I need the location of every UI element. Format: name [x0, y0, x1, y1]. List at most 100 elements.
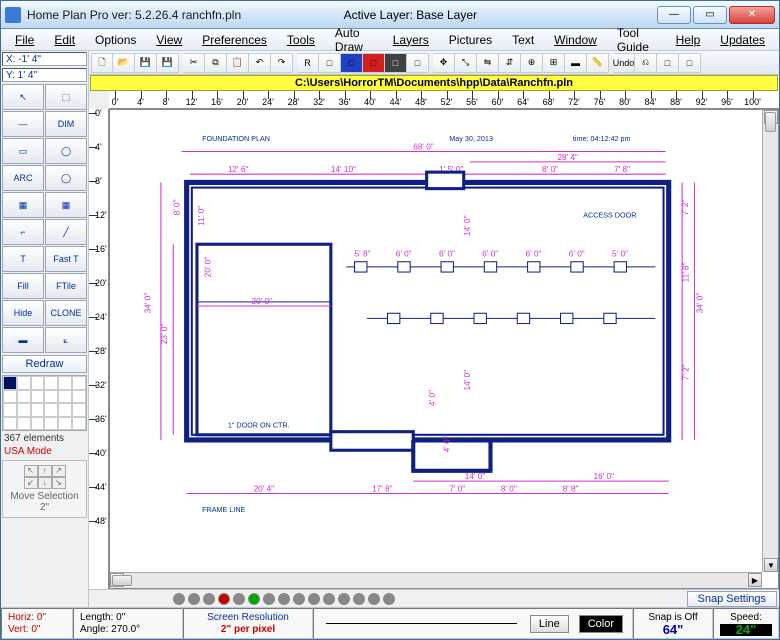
toolbar-center[interactable]: ⊕ [521, 53, 543, 73]
swatch-9[interactable] [44, 390, 58, 404]
tool-3[interactable]: DIM [45, 111, 87, 137]
menu-file[interactable]: File [7, 31, 42, 49]
scroll-right-button[interactable]: ▶ [748, 573, 762, 587]
status-snap[interactable]: Snap is Off64" [633, 608, 713, 639]
move-selection-panel[interactable]: ↖↑↗ ↙↓↘ Move Selection 2" [2, 460, 87, 518]
status-dot-10[interactable] [323, 593, 335, 605]
arrow-se[interactable]: ↘ [52, 477, 66, 489]
toolbar-und1[interactable]: Undo [613, 53, 635, 73]
swatch-20[interactable] [31, 417, 45, 431]
status-dot-5[interactable] [248, 593, 260, 605]
tool-5[interactable]: ◯ [45, 138, 87, 164]
menu-options[interactable]: Options [87, 31, 144, 49]
tool-6[interactable]: ARC [2, 165, 44, 191]
status-dot-13[interactable] [368, 593, 380, 605]
arrow-sw[interactable]: ↙ [24, 477, 38, 489]
arrow-n[interactable]: ↑ [38, 465, 52, 477]
status-dot-11[interactable] [338, 593, 350, 605]
redraw-button[interactable]: Redraw [2, 355, 87, 373]
swatch-16[interactable] [58, 403, 72, 417]
menu-window[interactable]: Window [546, 31, 605, 49]
toolbar-red[interactable]: □ [363, 53, 385, 73]
menu-help[interactable]: Help [668, 31, 709, 49]
toolbar-open[interactable]: 📂 [113, 53, 135, 73]
tool-13[interactable]: Fast T [45, 246, 87, 272]
status-dot-0[interactable] [173, 593, 185, 605]
swatch-1[interactable] [17, 376, 31, 390]
swatch-23[interactable] [72, 417, 86, 431]
vertical-scrollbar[interactable]: ▲ ▼ [762, 110, 778, 572]
swatch-19[interactable] [17, 417, 31, 431]
toolbar-tool-b[interactable]: □ [341, 53, 363, 73]
swatch-12[interactable] [3, 403, 17, 417]
tool-7[interactable]: ◯ [45, 165, 87, 191]
minimize-button[interactable]: — [657, 6, 691, 24]
toolbar-move[interactable]: ✥ [433, 53, 455, 73]
arrow-ne[interactable]: ↗ [52, 465, 66, 477]
toolbar-cut[interactable]: ✂ [183, 53, 205, 73]
close-button[interactable]: ✕ [729, 6, 775, 24]
status-dot-14[interactable] [383, 593, 395, 605]
tool-9[interactable]: ▦ [45, 192, 87, 218]
swatch-13[interactable] [17, 403, 31, 417]
menu-pictures[interactable]: Pictures [441, 31, 500, 49]
swatch-3[interactable] [44, 376, 58, 390]
swatch-14[interactable] [31, 403, 45, 417]
menu-tools[interactable]: Tools [279, 31, 323, 49]
status-dot-2[interactable] [203, 593, 215, 605]
swatch-2[interactable] [31, 376, 45, 390]
tool-18[interactable]: ▬ [2, 327, 44, 353]
swatch-7[interactable] [17, 390, 31, 404]
arrow-s[interactable]: ↓ [38, 477, 52, 489]
toolbar-snap-a[interactable]: ⊞ [543, 53, 565, 73]
status-dot-4[interactable] [233, 593, 245, 605]
color-button[interactable]: Color [579, 615, 623, 633]
tool-14[interactable]: Fill [2, 273, 44, 299]
toolbar-resize[interactable]: ⤡ [455, 53, 477, 73]
menu-preferences[interactable]: Preferences [194, 31, 275, 49]
color-swatches[interactable] [2, 375, 87, 431]
swatch-10[interactable] [58, 390, 72, 404]
status-dot-6[interactable] [263, 593, 275, 605]
maximize-button[interactable]: ▭ [693, 6, 727, 24]
line-button[interactable]: Line [530, 615, 569, 633]
status-dot-8[interactable] [293, 593, 305, 605]
swatch-18[interactable] [3, 417, 17, 431]
horizontal-scrollbar[interactable]: ◀ ▶ [110, 572, 762, 588]
status-dot-9[interactable] [308, 593, 320, 605]
toolbar-new[interactable]: 🗋 [91, 53, 113, 73]
tool-15[interactable]: FTile [45, 273, 87, 299]
toolbar-undo[interactable]: ↶ [249, 53, 271, 73]
tool-12[interactable]: T [2, 246, 44, 272]
menu-edit[interactable]: Edit [46, 31, 83, 49]
swatch-21[interactable] [44, 417, 58, 431]
status-dot-3[interactable] [218, 593, 230, 605]
toolbar-save2[interactable]: 💾 [157, 53, 179, 73]
arrow-nw[interactable]: ↖ [24, 465, 38, 477]
menu-layers[interactable]: Layers [385, 31, 437, 49]
toolbar-paste[interactable]: 📋 [227, 53, 249, 73]
toolbar-flip-v[interactable]: ⇵ [499, 53, 521, 73]
tool-0[interactable]: ↖ [2, 84, 44, 110]
toolbar-sel[interactable]: □ [385, 53, 407, 73]
drawing-canvas[interactable]: FOUNDATION PLAN May 30, 2013 time: 04:12… [109, 109, 779, 589]
tool-10[interactable]: ⌐ [2, 219, 44, 245]
swatch-15[interactable] [44, 403, 58, 417]
swatch-5[interactable] [72, 376, 86, 390]
menu-view[interactable]: View [148, 31, 190, 49]
tool-11[interactable]: ╱ [45, 219, 87, 245]
scroll-v-thumb[interactable] [765, 112, 776, 132]
swatch-22[interactable] [58, 417, 72, 431]
toolbar-ruler[interactable]: 📏 [587, 53, 609, 73]
tool-17[interactable]: CLONE [45, 300, 87, 326]
tool-4[interactable]: ▭ [2, 138, 44, 164]
swatch-8[interactable] [31, 390, 45, 404]
toolbar-blank[interactable]: □ [407, 53, 429, 73]
toolbar-extra1[interactable]: □ [657, 53, 679, 73]
swatch-4[interactable] [58, 376, 72, 390]
tool-8[interactable]: ▦ [2, 192, 44, 218]
swatch-17[interactable] [72, 403, 86, 417]
toolbar-save[interactable]: 💾 [135, 53, 157, 73]
toolbar-flip-h[interactable]: ⇋ [477, 53, 499, 73]
toolbar-strike[interactable]: ▬ [565, 53, 587, 73]
